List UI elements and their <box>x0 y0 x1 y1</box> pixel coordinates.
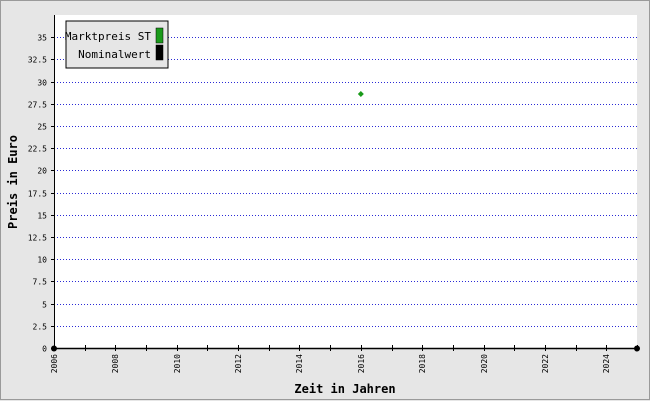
y-tick-label: 22.5 <box>28 145 47 154</box>
legend-label-nominalwert: Nominalwert <box>78 48 151 61</box>
legend-swatch-marktpreis <box>155 27 164 44</box>
x-tick-label: 2022 <box>541 354 550 373</box>
y-tick-label: 17.5 <box>28 190 47 199</box>
y-tick-label: 20 <box>37 167 47 176</box>
y-tick-label: 7.5 <box>33 278 48 287</box>
x-tick-label: 2020 <box>480 354 489 373</box>
y-tick-label: 0 <box>42 345 47 354</box>
y-tick-labels: 0 2.5 5 7.5 10 12.5 15 17.5 20 22.5 25 27.5 30 32.5 35 <box>28 34 54 354</box>
x-tick-label: 2010 <box>173 354 182 373</box>
y-tick-label: 25 <box>37 123 47 132</box>
legend: Marktpreis ST Nominalwert <box>65 20 169 69</box>
y-tick-label: 5 <box>42 301 47 310</box>
x-tick-label: 2014 <box>295 354 304 373</box>
x-axis-title: Zeit in Jahren <box>294 382 395 396</box>
y-axis-title: Preis in Euro <box>6 135 20 229</box>
legend-label-marktpreis: Marktpreis ST <box>65 30 151 43</box>
x-tick-label: 2024 <box>602 354 611 373</box>
y-tick-label: 12.5 <box>28 234 47 243</box>
x-tick-label: 2018 <box>418 354 427 373</box>
x-tick-label: 2016 <box>357 354 366 373</box>
y-tick-label: 35 <box>37 34 47 43</box>
y-tick-label: 15 <box>37 212 47 221</box>
x-tick-label: 2008 <box>111 354 120 373</box>
y-tick-label: 27.5 <box>28 101 47 110</box>
chart-frame: 0 2.5 5 7.5 10 12.5 15 17.5 20 22.5 25 27.5 30 32.5 35… <box>0 0 650 400</box>
legend-swatch-nominalwert <box>155 44 164 61</box>
y-tick-label: 10 <box>37 256 47 265</box>
x-tick-label: 2006 <box>50 354 59 373</box>
y-tick-label: 2.5 <box>33 323 48 332</box>
y-tick-label: 30 <box>37 79 47 88</box>
y-tick-label: 32.5 <box>28 56 47 65</box>
chart-svg: 0 2.5 5 7.5 10 12.5 15 17.5 20 22.5 25 27.5 30 32.5 35… <box>6 15 640 396</box>
x-tick-label: 2012 <box>234 354 243 373</box>
